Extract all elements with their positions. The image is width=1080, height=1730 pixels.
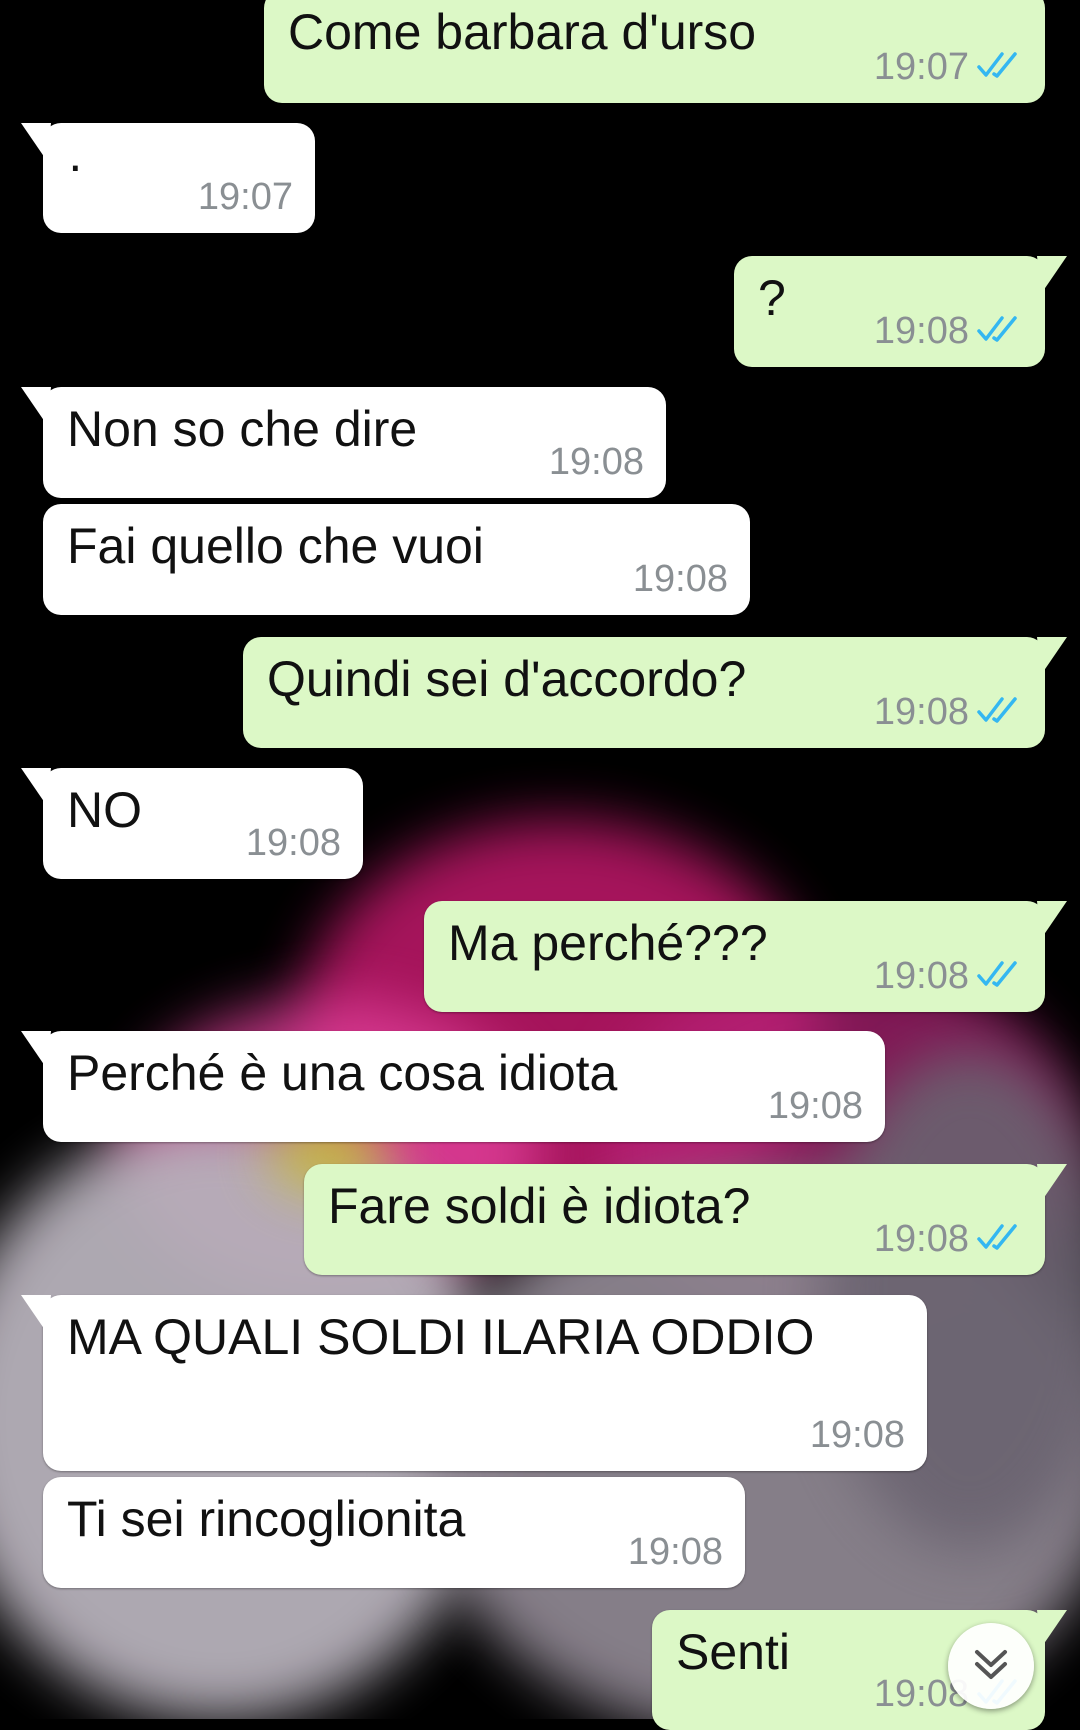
bubble-tail [1037,1610,1067,1648]
message-text: · [67,137,84,193]
message-text: MA QUALI SOLDI ILARIA ODDIO [67,1309,815,1365]
message-text: NO [67,782,142,838]
double-chevron-down-icon [968,1641,1014,1692]
message-timestamp: 19:08 [873,1218,969,1260]
outgoing-message[interactable]: ? 19:08 [734,256,1067,367]
message-text: Fai quello che vuoi [67,518,484,574]
message-timestamp: 19:08 [873,310,969,352]
incoming-message[interactable]: Perché è una cosa idiota 19:08 [21,1031,885,1142]
message-meta: 19:07 [198,175,293,219]
message-meta: 19:08 [874,1217,1023,1261]
double-check-icon [977,314,1023,349]
double-check-icon [977,50,1023,85]
message-meta: 19:08 [246,821,341,865]
message-timestamp: 19:08 [767,1085,863,1127]
message-meta: 19:08 [549,440,644,484]
message-timestamp: 19:08 [245,822,341,864]
double-check-icon [977,695,1023,730]
message-timestamp: 19:08 [548,441,644,483]
bubble-tail [21,123,51,161]
message-timestamp: 19:07 [873,46,969,88]
incoming-message[interactable]: NO 19:08 [21,768,363,879]
message-text: Ma perché??? [448,915,768,971]
outgoing-message[interactable]: Ma perché??? 19:08 [424,901,1067,1012]
message-meta: 19:08 [874,690,1023,734]
message-timestamp: 19:08 [873,691,969,733]
message-text: Perché è una cosa idiota [67,1045,618,1101]
incoming-message[interactable]: Ti sei rincoglionita 19:08 [43,1477,745,1588]
message-timestamp: 19:08 [627,1531,723,1573]
bubble-tail [1037,256,1067,294]
outgoing-message[interactable]: Quindi sei d'accordo? 19:08 [243,637,1067,748]
message-text: Senti [676,1624,790,1680]
message-meta: 19:08 [874,309,1023,353]
message-meta: 19:08 [810,1413,905,1457]
incoming-message[interactable]: Fai quello che vuoi 19:08 [43,504,750,615]
incoming-message[interactable]: · 19:07 [21,123,315,233]
message-text: Ti sei rincoglionita [67,1491,466,1547]
message-text: Quindi sei d'accordo? [267,651,747,707]
message-timestamp: 19:08 [809,1414,905,1456]
message-meta: 19:08 [874,954,1023,998]
message-timestamp: 19:08 [873,955,969,997]
incoming-message[interactable]: MA QUALI SOLDI ILARIA ODDIO 19:08 [21,1295,927,1471]
bubble-tail [21,387,51,425]
message-text: Non so che dire [67,401,418,457]
double-check-icon [977,959,1023,994]
bubble-tail [1037,901,1067,939]
outgoing-message[interactable]: Come barbara d'urso 19:07 [264,0,1045,103]
bubble-tail [21,1031,51,1069]
message-text: Come barbara d'urso [288,4,757,60]
double-check-icon [977,1222,1023,1257]
bubble-tail [21,1295,51,1333]
message-meta: 19:08 [633,557,728,601]
message-meta: 19:08 [768,1084,863,1128]
message-text: ? [758,270,786,326]
message-timestamp: 19:08 [632,558,728,600]
message-text: Fare soldi è idiota? [328,1178,751,1234]
bubble-tail [1037,637,1067,675]
bubble-tail [1037,1164,1067,1202]
message-meta: 19:08 [628,1530,723,1574]
message-timestamp: 19:07 [197,176,293,218]
scroll-to-bottom-button[interactable] [948,1623,1034,1709]
bubble-tail [21,768,51,806]
message-meta: 19:07 [874,45,1023,89]
incoming-message[interactable]: Non so che dire 19:08 [21,387,666,498]
outgoing-message[interactable]: Fare soldi è idiota? 19:08 [304,1164,1067,1275]
